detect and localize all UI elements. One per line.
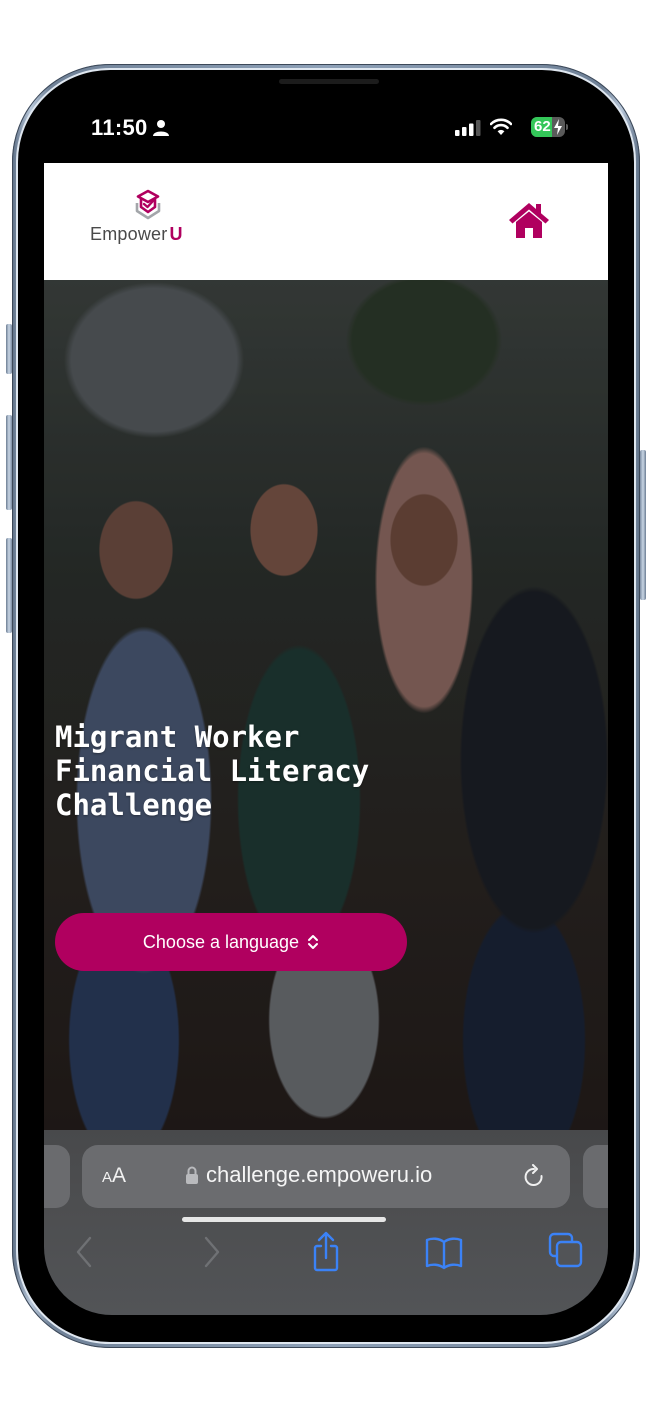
hero-title: Migrant Worker Financial Literacy Challe… [55,720,370,822]
battery-cap [566,124,568,130]
home-icon[interactable] [507,200,551,240]
browser-toolbar [44,1230,608,1280]
text-size-small-a: A [102,1169,113,1186]
choose-language-label: Choose a language [142,931,300,952]
power-button [640,450,646,600]
hero-section: Migrant Worker Financial Literacy Challe… [44,280,608,1130]
action-button [6,324,12,374]
share-icon[interactable] [306,1230,346,1274]
battery-percent: 62 [534,118,551,135]
graduation-cap-hexagon-icon [135,189,161,220]
volume-up-button [6,415,12,510]
bolt-icon [554,119,562,135]
reload-icon[interactable] [522,1164,546,1190]
next-tab-peek[interactable] [583,1145,608,1208]
site-header: Empower U [44,163,608,280]
lock-icon [186,1166,198,1184]
status-time: 11:50 [91,115,148,140]
previous-tab-peek[interactable] [44,1145,70,1208]
status-bar: 11:50 62 [44,95,608,163]
volume-down-button [6,538,12,633]
phone-screen: 11:50 62 Empower U Migrant Worker Financ… [44,95,608,1315]
text-size-large-a: A [112,1164,127,1187]
cellular-signal-icon [455,120,481,136]
logo-text: Empower U [90,224,183,245]
chevron-right-icon[interactable] [190,1230,230,1274]
address-bar[interactable]: AA challenge.empoweru.io [82,1145,570,1208]
chevron-up-down-icon [308,935,319,949]
browser-bottom-bar: AA challenge.empoweru.io [44,1130,608,1315]
home-indicator[interactable] [182,1217,386,1222]
logo-text-accent: U [169,224,183,244]
empoweru-logo[interactable]: Empower U [90,189,200,249]
text-size-button[interactable]: AA [102,1164,126,1188]
choose-language-button[interactable]: Choose a language [55,913,407,971]
chevron-left-icon[interactable] [66,1230,106,1274]
tabs-icon[interactable] [546,1230,586,1274]
person-icon [153,120,169,136]
book-icon[interactable] [424,1230,464,1274]
url-text: challenge.empoweru.io [206,1162,433,1187]
hero-background-photo [44,280,608,1130]
earpiece-speaker [279,79,379,84]
logo-text-main: Empower [90,224,168,244]
wifi-icon [490,118,512,135]
battery-indicator: 62 [531,117,565,137]
